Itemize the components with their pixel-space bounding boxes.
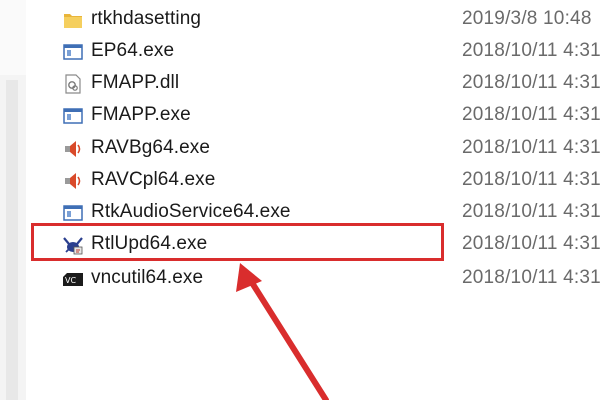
window-app-icon: [63, 44, 83, 60]
file-name[interactable]: FMAPP.exe: [91, 104, 191, 126]
file-name[interactable]: RtkAudioService64.exe: [91, 201, 291, 223]
file-name[interactable]: EP64.exe: [91, 40, 174, 62]
file-modified-date: 2018/10/11 4:31: [462, 201, 601, 222]
dll-file-icon: [65, 74, 81, 94]
file-name[interactable]: RAVBg64.exe: [91, 137, 210, 159]
highlight-box: [31, 223, 444, 261]
file-name[interactable]: RAVCpl64.exe: [91, 169, 215, 191]
file-list: rtkhdasetting 2019/3/8 10:48 EP64.exe 20…: [0, 0, 611, 400]
svg-text:VC: VC: [65, 276, 76, 285]
file-modified-date: 2019/3/8 10:48: [462, 8, 592, 29]
file-modified-date: 2018/10/11 4:31: [462, 169, 601, 190]
speaker-icon: [65, 173, 81, 189]
window-app-icon: [63, 205, 83, 221]
file-row-rtkhdasetting[interactable]: rtkhdasetting 2019/3/8 10:48: [56, 4, 611, 36]
file-name[interactable]: FMAPP.dll: [91, 72, 179, 94]
file-name[interactable]: vncutil64.exe: [91, 267, 203, 289]
file-modified-date: 2018/10/11 4:31: [462, 40, 601, 61]
file-modified-date: 2018/10/11 4:31: [462, 267, 601, 288]
file-modified-date: 2018/10/11 4:31: [462, 104, 601, 125]
speaker-icon: [65, 141, 81, 157]
folder-icon: [64, 14, 82, 28]
file-modified-date: 2018/10/11 4:31: [462, 72, 601, 93]
file-modified-date: 2018/10/11 4:31: [462, 137, 601, 158]
file-row-fmapp-exe[interactable]: FMAPP.exe 2018/10/11 4:31: [56, 100, 611, 132]
file-row-ep64[interactable]: EP64.exe 2018/10/11 4:31: [56, 36, 611, 68]
file-modified-date: 2018/10/11 4:31: [462, 233, 601, 254]
vnc-icon: VC: [63, 273, 83, 286]
file-name[interactable]: rtkhdasetting: [91, 8, 201, 30]
window-app-icon: [63, 108, 83, 124]
file-row-ravcpl64[interactable]: RAVCpl64.exe 2018/10/11 4:31: [56, 165, 611, 197]
file-row-vncutil64[interactable]: VC vncutil64.exe 2018/10/11 4:31: [56, 263, 611, 295]
file-row-fmapp-dll[interactable]: FMAPP.dll 2018/10/11 4:31: [56, 68, 611, 100]
file-row-ravbg64[interactable]: RAVBg64.exe 2018/10/11 4:31: [56, 133, 611, 165]
